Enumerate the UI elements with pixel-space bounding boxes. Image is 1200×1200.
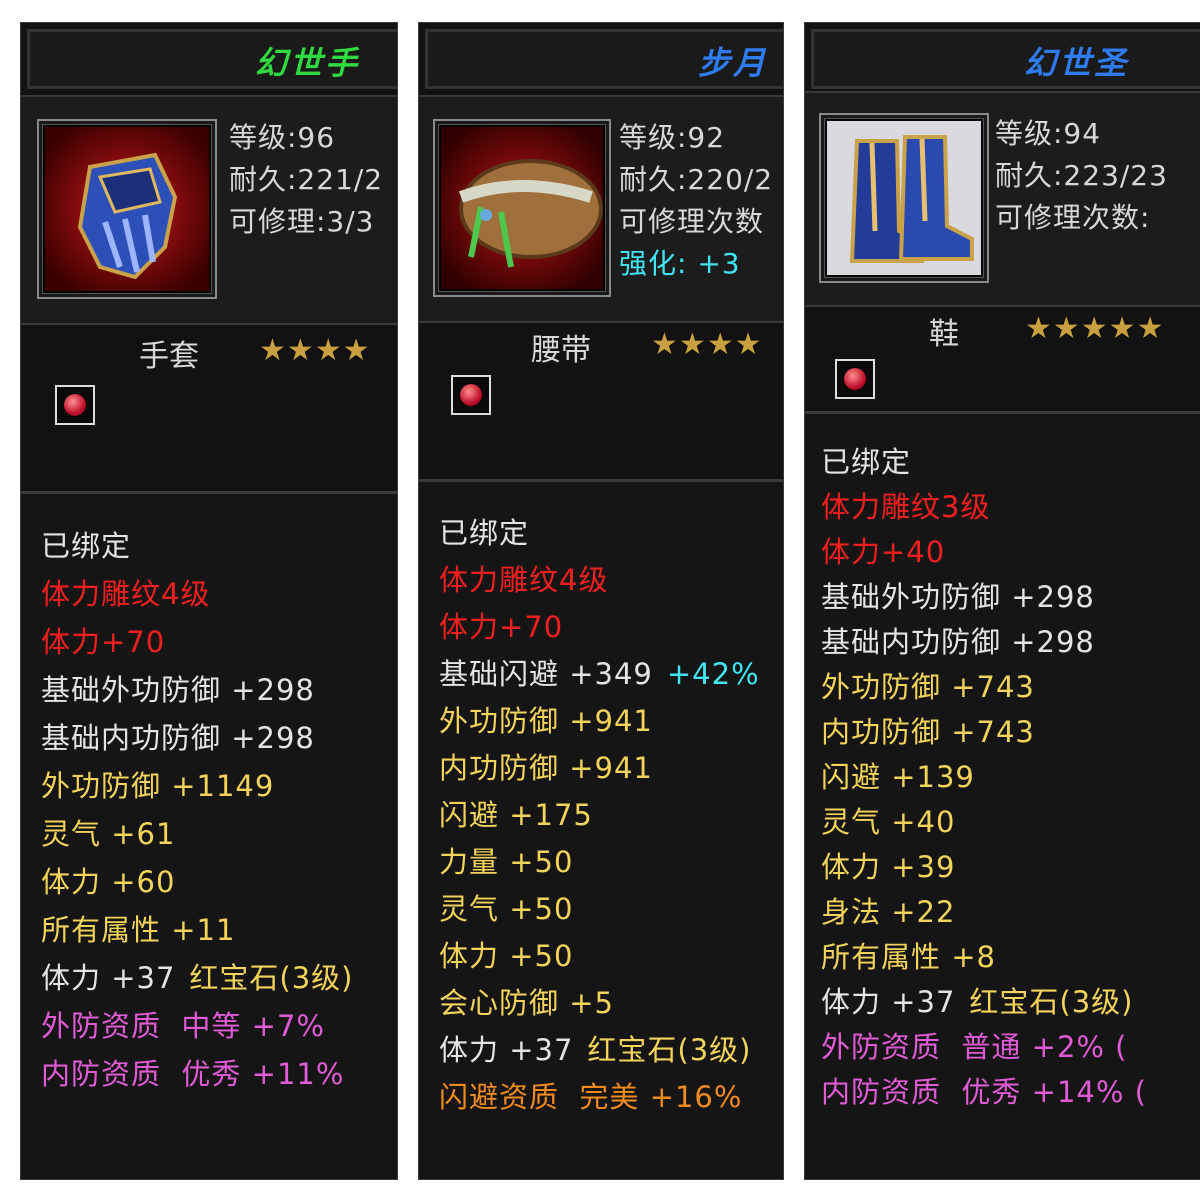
attr-stamina: 体力 +39 <box>821 850 956 884</box>
attr-ext-def: 外功防御 +743 <box>821 670 1035 704</box>
item-title-bar: 幻世圣 <box>811 29 1200 89</box>
item-durability: 耐久:223/23 <box>995 159 1168 192</box>
item-title: 幻世圣 <box>1024 44 1130 82</box>
attribute-list: 已绑定 体力雕纹4级 体力+70 基础闪避 +349 +42% 外功防御 +941… <box>439 510 783 1121</box>
item-type-row: 手套 ★★★★ <box>21 323 397 491</box>
attr-gem: 体力 +37 红宝石(3级) <box>439 1027 783 1074</box>
gauntlet-icon <box>45 127 209 291</box>
item-type: 鞋 <box>929 317 959 352</box>
item-icon-frame <box>37 119 217 299</box>
attr-int-aptitude: 内防资质 优秀 +14% ( <box>821 1075 1147 1109</box>
attr-spirit: 灵气 +61 <box>41 817 176 851</box>
attr-base-dodge: 基础闪避 +349 +42% <box>439 651 783 698</box>
attr-agility: 身法 +22 <box>821 895 956 929</box>
attr-gem-value: 体力 +37 <box>821 985 956 1019</box>
item-level: 等级:96 <box>229 121 336 154</box>
attr-spirit: 灵气 +50 <box>439 892 574 926</box>
item-tooltip-belt: 步月 等级:92 耐久:220/2 可修理次数 强化: +3 腰带 ★★★★ 已… <box>418 22 784 1180</box>
attr-all-stats: 所有属性 +8 <box>821 940 996 974</box>
attr-base-int-def: 基础内功防御 +298 <box>41 721 315 755</box>
item-repairs: 可修理次数 <box>619 205 765 238</box>
attr-dodge: 闪避 +139 <box>821 760 975 794</box>
item-tooltip-boots: 幻世圣 等级:94 耐久:223/23 可修理次数: 鞋 ★★★★★ 已绑定 体… <box>804 22 1200 1180</box>
item-level: 等级:92 <box>619 121 726 154</box>
attr-ext-def: 外功防御 +1149 <box>41 769 275 803</box>
item-title: 步月 <box>698 44 769 82</box>
item-tooltip-gloves: 幻世手 等级:96 耐久:221/2 可修理:3/3 手套 ★★★★ 已绑定 体… <box>20 22 398 1180</box>
attr-base-dodge-bonus: +42% <box>666 657 760 691</box>
attr-engraving: 体力雕纹4级 <box>439 563 609 597</box>
item-durability: 耐久:221/2 <box>229 163 384 196</box>
attr-gem-name: 红宝石(3级) <box>587 1033 752 1067</box>
item-stats: 等级:96 耐久:221/2 可修理:3/3 <box>229 117 383 243</box>
attr-engraving-bonus: 体力+40 <box>821 535 946 569</box>
attr-engraving: 体力雕纹3级 <box>821 490 991 524</box>
gem-socket-icon[interactable] <box>835 359 875 399</box>
attr-stamina: 体力 +60 <box>41 865 176 899</box>
item-attributes: 已绑定 体力雕纹4级 体力+70 基础外功防御 +298 基础内功防御 +298… <box>21 491 397 1179</box>
item-stars: ★★★★ <box>651 327 763 362</box>
item-title: 幻世手 <box>255 44 361 82</box>
attr-dodge-aptitude: 闪避资质 完美 +16% <box>439 1080 743 1114</box>
attr-dodge: 闪避 +175 <box>439 798 593 832</box>
item-enhance: 强化: +3 <box>619 247 741 280</box>
attr-engraving: 体力雕纹4级 <box>41 577 211 611</box>
item-icon-frame <box>433 119 611 297</box>
attr-strength: 力量 +50 <box>439 845 574 879</box>
item-type-row: 腰带 ★★★★ <box>419 321 783 479</box>
item-header: 等级:92 耐久:220/2 可修理次数 强化: +3 <box>419 95 783 323</box>
attr-int-def: 内功防御 +941 <box>439 751 653 785</box>
gem-socket-icon[interactable] <box>55 385 95 425</box>
attr-gem-value: 体力 +37 <box>41 961 176 995</box>
attr-base-dodge-value: 基础闪避 +349 <box>439 657 653 691</box>
attr-engraving-bonus: 体力+70 <box>41 625 166 659</box>
attr-bound: 已绑定 <box>439 516 530 550</box>
attr-ext-aptitude: 外防资质 普通 +2% ( <box>821 1030 1128 1064</box>
attr-gem: 体力 +37 红宝石(3级) <box>41 954 397 1002</box>
attr-int-aptitude: 内防资质 优秀 +11% <box>41 1057 345 1091</box>
attr-gem-value: 体力 +37 <box>439 1033 574 1067</box>
item-type: 腰带 <box>531 333 591 368</box>
attr-gem-name: 红宝石(3级) <box>969 985 1134 1019</box>
item-stats: 等级:94 耐久:223/23 可修理次数: <box>995 113 1168 239</box>
attr-gem: 体力 +37 红宝石(3级) <box>821 980 1200 1025</box>
item-level: 等级:94 <box>995 117 1102 150</box>
item-icon-frame <box>819 113 989 283</box>
attr-spirit: 灵气 +40 <box>821 805 956 839</box>
attr-stamina: 体力 +50 <box>439 939 574 973</box>
item-attributes: 已绑定 体力雕纹3级 体力+40 基础外功防御 +298 基础内功防御 +298… <box>805 411 1200 1179</box>
item-durability: 耐久:220/2 <box>619 163 774 196</box>
attr-gem-name: 红宝石(3级) <box>189 961 354 995</box>
boots-icon <box>827 121 981 275</box>
attr-base-ext-def: 基础外功防御 +298 <box>821 580 1095 614</box>
gem-socket-icon[interactable] <box>451 375 491 415</box>
attr-ext-def: 外功防御 +941 <box>439 704 653 738</box>
item-repairs: 可修理:3/3 <box>229 205 375 238</box>
item-stars: ★★★★★ <box>1025 311 1165 346</box>
attribute-list: 已绑定 体力雕纹4级 体力+70 基础外功防御 +298 基础内功防御 +298… <box>41 522 397 1098</box>
attr-bound: 已绑定 <box>41 529 132 563</box>
attr-all-stats: 所有属性 +11 <box>41 913 236 947</box>
item-header: 等级:94 耐久:223/23 可修理次数: <box>805 91 1200 307</box>
item-title-bar: 幻世手 <box>27 29 397 89</box>
item-title-bar: 步月 <box>425 29 783 89</box>
attr-ext-aptitude: 外防资质 中等 +7% <box>41 1009 325 1043</box>
item-repairs: 可修理次数: <box>995 201 1151 234</box>
item-type: 手套 <box>139 339 199 374</box>
attr-crit-def: 会心防御 +5 <box>439 986 614 1020</box>
attr-base-ext-def: 基础外功防御 +298 <box>41 673 315 707</box>
item-stars: ★★★★ <box>259 333 371 368</box>
attr-bound: 已绑定 <box>821 445 912 479</box>
attr-base-int-def: 基础内功防御 +298 <box>821 625 1095 659</box>
attribute-list: 已绑定 体力雕纹3级 体力+40 基础外功防御 +298 基础内功防御 +298… <box>821 440 1200 1115</box>
item-stats: 等级:92 耐久:220/2 可修理次数 强化: +3 <box>619 117 773 285</box>
belt-icon <box>441 127 603 289</box>
attr-int-def: 内功防御 +743 <box>821 715 1035 749</box>
item-attributes: 已绑定 体力雕纹4级 体力+70 基础闪避 +349 +42% 外功防御 +941… <box>419 479 783 1179</box>
attr-engraving-bonus: 体力+70 <box>439 610 564 644</box>
item-type-row: 鞋 ★★★★★ <box>805 305 1200 411</box>
item-header: 等级:96 耐久:221/2 可修理:3/3 <box>21 95 397 325</box>
